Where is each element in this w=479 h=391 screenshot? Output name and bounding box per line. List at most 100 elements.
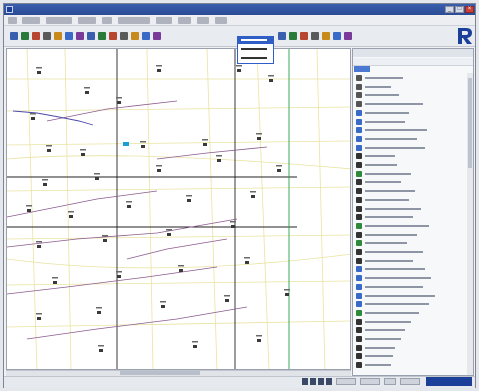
tree-item[interactable] [356, 109, 460, 117]
tree-item[interactable] [356, 213, 460, 221]
close-button[interactable]: × [465, 6, 474, 13]
schedule-icon[interactable] [109, 32, 117, 40]
app-icon[interactable] [6, 6, 13, 13]
tree-item[interactable] [356, 361, 460, 369]
status-icon-3[interactable] [318, 378, 324, 385]
status-icon-4[interactable] [326, 378, 332, 385]
tree-item[interactable] [356, 83, 460, 91]
tree-item-label [365, 364, 391, 367]
tree-item[interactable] [356, 309, 460, 317]
tree-item[interactable] [356, 196, 460, 204]
tree-item[interactable] [356, 335, 460, 343]
wave-icon [356, 275, 362, 282]
menu-item-7[interactable] [156, 17, 172, 24]
title-bar[interactable] [4, 4, 475, 15]
tree-item[interactable] [356, 248, 460, 256]
zoom-in-icon[interactable] [289, 32, 297, 40]
diagram-canvas[interactable] [6, 48, 351, 370]
wave-icon [356, 266, 362, 273]
dropdown-option-2[interactable] [238, 46, 273, 53]
tree-item[interactable] [356, 231, 460, 239]
menu-item-2[interactable] [22, 17, 40, 24]
tree-item[interactable] [356, 274, 460, 282]
menu-item-1[interactable] [8, 17, 17, 24]
tree-item[interactable] [356, 326, 460, 334]
network-node [157, 69, 161, 72]
minimize-button[interactable]: _ [445, 6, 454, 13]
panel-tab-selected[interactable] [354, 66, 370, 72]
select-icon[interactable] [311, 32, 319, 40]
help-icon[interactable] [153, 32, 161, 40]
zoom-out-icon[interactable] [300, 32, 308, 40]
tree-item[interactable] [356, 344, 460, 352]
tree-item[interactable] [356, 222, 460, 230]
panel-filter[interactable] [353, 58, 473, 66]
cut-icon[interactable] [43, 32, 51, 40]
tree-item[interactable] [356, 318, 460, 326]
tree-item[interactable] [356, 118, 460, 126]
tree-item[interactable] [356, 352, 460, 360]
tree-item[interactable] [356, 170, 460, 178]
maximize-button[interactable]: □ [455, 6, 464, 13]
tree-item[interactable] [356, 239, 460, 247]
chart-icon[interactable] [131, 32, 139, 40]
print-icon[interactable] [32, 32, 40, 40]
save-icon[interactable] [21, 32, 29, 40]
node-label [96, 307, 102, 309]
menu-item-4[interactable] [78, 17, 96, 24]
tree-item[interactable] [356, 135, 460, 143]
undo-icon[interactable] [322, 32, 330, 40]
layout-icon[interactable] [120, 32, 128, 40]
tree-item[interactable] [356, 300, 460, 308]
menu-item-9[interactable] [197, 17, 209, 24]
tree-item[interactable] [356, 257, 460, 265]
dropdown-option-1[interactable] [238, 37, 273, 44]
tree-item-label [365, 77, 403, 79]
tree-item[interactable] [356, 265, 460, 273]
tree-item[interactable] [356, 292, 460, 300]
menu-item-5[interactable] [102, 17, 112, 24]
add-object-icon[interactable] [76, 32, 84, 40]
cursor-icon[interactable] [278, 32, 286, 40]
network-node [99, 349, 103, 352]
tree-item[interactable] [356, 161, 460, 169]
tree-item[interactable] [356, 283, 460, 291]
copy-icon[interactable] [54, 32, 62, 40]
status-icon-2[interactable] [310, 378, 316, 385]
filter-icon[interactable] [344, 32, 352, 40]
tree-item[interactable] [356, 91, 460, 99]
canvas-scroll-thumb[interactable] [120, 371, 200, 375]
network-diagram[interactable] [7, 49, 351, 370]
paste-icon[interactable] [65, 32, 73, 40]
tree-item[interactable] [356, 178, 460, 186]
tree-item[interactable] [356, 100, 460, 108]
menu-item-8[interactable] [178, 17, 191, 24]
menu-item-3[interactable] [46, 17, 72, 24]
block-icon [356, 162, 362, 168]
tree-item-label [365, 285, 423, 288]
network-node [193, 345, 197, 348]
network-node [37, 71, 41, 74]
tree-item[interactable] [356, 152, 460, 160]
tree-item[interactable] [356, 126, 460, 134]
tree-item[interactable] [356, 144, 460, 152]
status-icon-1[interactable] [302, 378, 308, 385]
tree-item-label [365, 346, 395, 349]
report-icon[interactable] [142, 32, 150, 40]
tree-item-label [365, 111, 409, 114]
redo-icon[interactable] [333, 32, 341, 40]
block-icon [356, 327, 362, 334]
tree-item[interactable] [356, 205, 460, 213]
menu-item-10[interactable] [215, 17, 227, 24]
delete-icon[interactable] [87, 32, 95, 40]
tree-item[interactable] [356, 74, 460, 82]
wave-icon [356, 292, 362, 299]
panel-scroll-thumb[interactable] [468, 78, 472, 168]
tree-item[interactable] [356, 187, 460, 195]
grid-icon[interactable] [98, 32, 106, 40]
dropdown-option-3[interactable] [238, 55, 273, 62]
tree-item-label [365, 251, 423, 253]
network-node [237, 69, 241, 72]
menu-item-6[interactable] [118, 17, 150, 24]
open-icon[interactable] [10, 32, 18, 40]
